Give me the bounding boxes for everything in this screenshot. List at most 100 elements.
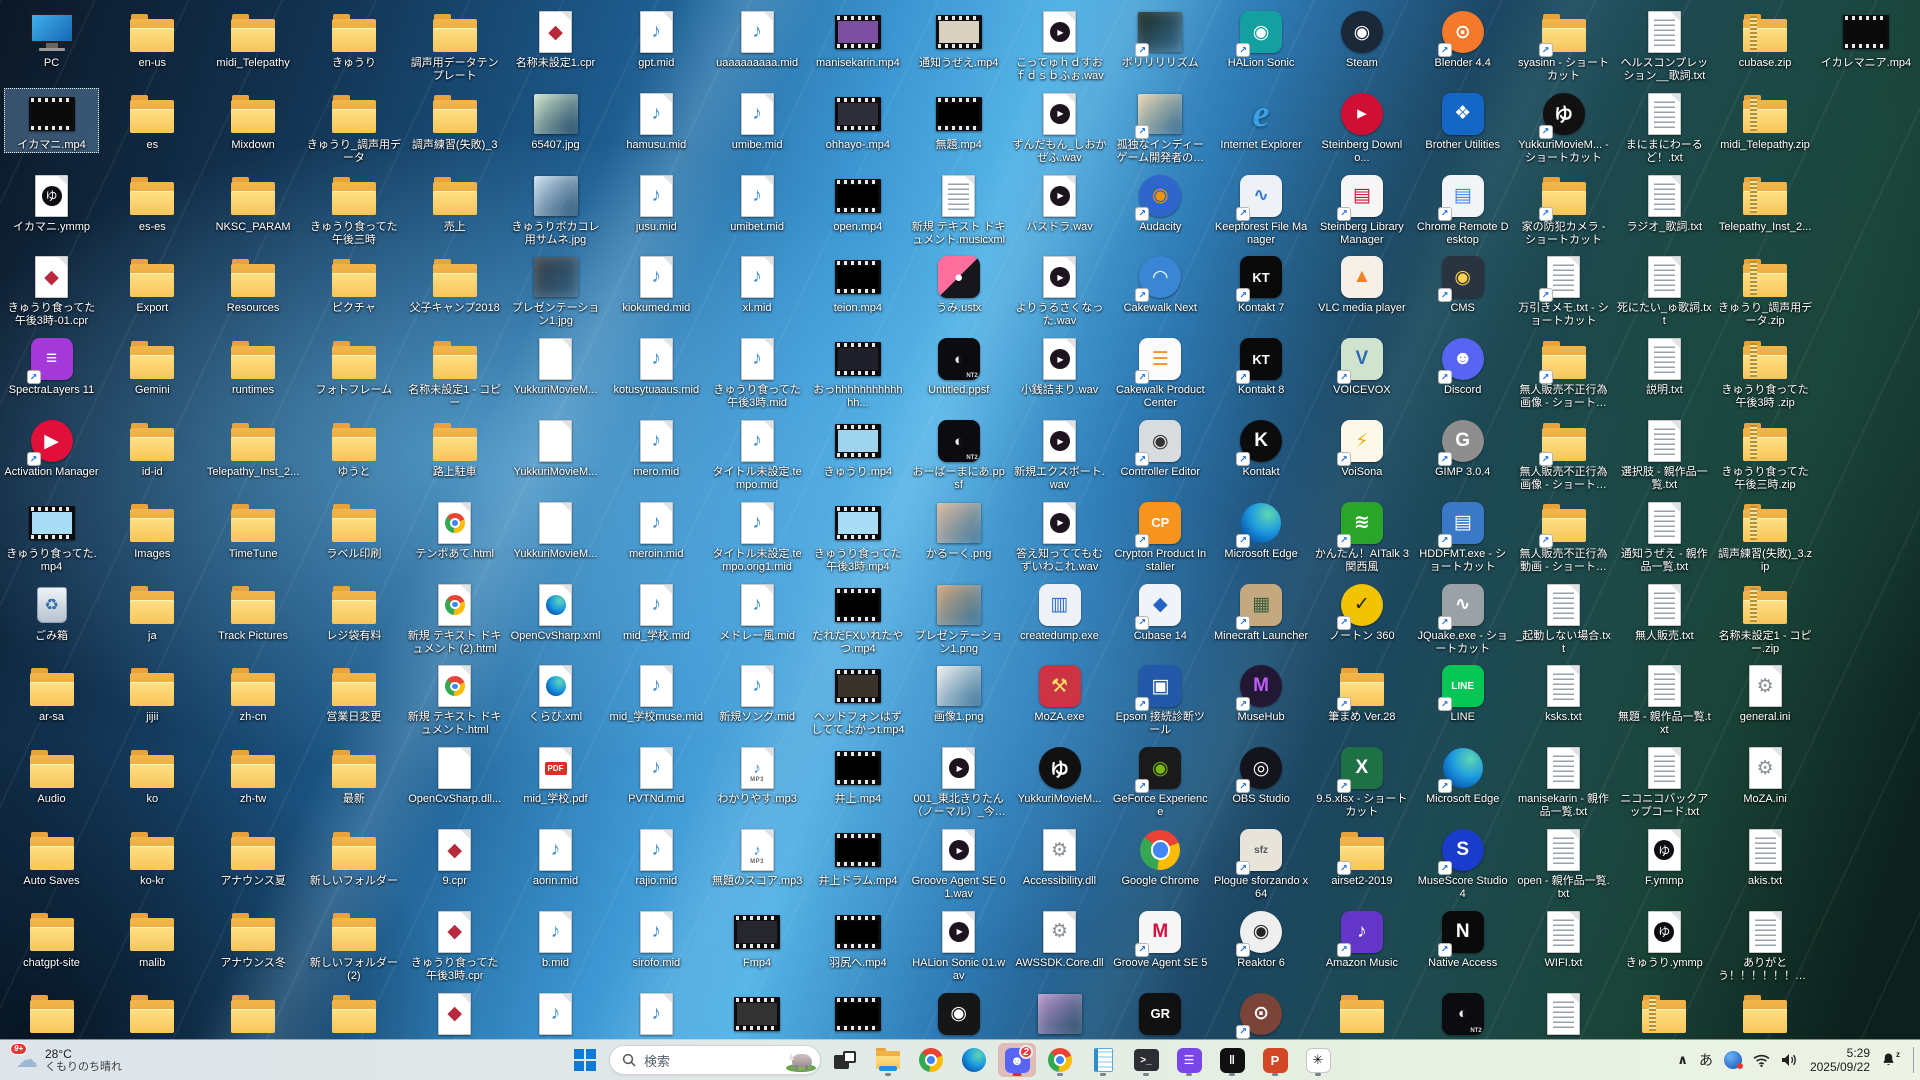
desktop-icon[interactable]: Audio <box>4 742 99 807</box>
desktop-icon[interactable]: きゅうり <box>306 6 401 71</box>
taskbar-chrome-profile-2-button[interactable] <box>1041 1043 1079 1077</box>
desktop-icon[interactable]: きゅうり_調声用データ <box>306 88 401 166</box>
desktop-icon[interactable]: Google Chrome <box>1113 824 1208 889</box>
desktop-icon[interactable]: Images <box>105 497 200 562</box>
desktop-icon[interactable]: きゅうり_調声用データ.zip <box>1718 251 1813 329</box>
desktop-icon[interactable]: KT↗Kontakt 8 <box>1214 333 1309 398</box>
desktop-icon[interactable]: ↗無人販売不正行為動画 - ショートカット <box>1516 497 1611 575</box>
desktop-icon[interactable]: Telepathy_Inst_2... <box>206 415 301 480</box>
desktop-icon[interactable]: ▦↗Minecraft Launcher <box>1214 579 1309 644</box>
desktop-icon[interactable]: ↗無人販売不正行為画像 - ショートカット <box>1516 415 1611 493</box>
tray-overflow-button[interactable]: ∧ <box>1677 1052 1688 1068</box>
desktop-icon[interactable] <box>1516 988 1611 1040</box>
desktop-icon[interactable]: ◐NT2おーばーまにあ.ppsf <box>911 415 1006 493</box>
desktop-icon[interactable]: ▶バスドラ.wav <box>1012 170 1107 235</box>
desktop-icon[interactable]: ▶小銭詰まり.wav <box>1012 333 1107 398</box>
desktop-icon[interactable] <box>1718 988 1813 1040</box>
desktop-icon[interactable]: ♪mid_学校muse.mid <box>609 660 704 725</box>
desktop-icon[interactable]: ≡↗SpectraLayers 11 <box>4 333 99 398</box>
taskbar-chrome-button[interactable] <box>912 1043 950 1077</box>
desktop-icon[interactable]: ◆きゅうり食ってた午後3時.cpr <box>407 906 502 984</box>
desktop-icon[interactable]: 売上 <box>407 170 502 235</box>
desktop-icon[interactable]: ♪↗Amazon Music <box>1314 906 1409 971</box>
desktop-icon[interactable]: 通知うぜえ - 親作品一覧.txt <box>1617 497 1712 575</box>
desktop-icon[interactable]: ♪gpt.mid <box>609 6 704 71</box>
desktop-icon[interactable]: アナウンス冬 <box>206 906 301 971</box>
desktop-icon[interactable]: ⊙↗Blender 4.4 <box>1415 6 1510 71</box>
desktop-icon[interactable]: ♪MP3無題のスコア.mp3 <box>710 824 805 889</box>
desktop-icon[interactable] <box>4 988 99 1040</box>
tray-app-icon[interactable] <box>1724 1051 1742 1069</box>
desktop-icon[interactable]: V↗VOICEVOX <box>1314 333 1409 398</box>
desktop-icon[interactable]: es-es <box>105 170 200 235</box>
desktop-icon[interactable]: ⚡↗VoiSona <box>1314 415 1409 480</box>
desktop-icon[interactable]: きゅうり食ってた午後三時.zip <box>1718 415 1813 493</box>
desktop-icon[interactable]: ♪xl.mid <box>710 251 805 316</box>
desktop-icon[interactable]: GR <box>1113 988 1208 1040</box>
desktop-icon[interactable]: 説明.txt <box>1617 333 1712 398</box>
desktop-icon[interactable]: ゆきゅうり.ymmp <box>1617 906 1712 971</box>
desktop-icon[interactable]: ◉↗CMS <box>1415 251 1510 316</box>
volume-icon[interactable] <box>1781 1053 1799 1067</box>
desktop-icon[interactable]: midi_Telepathy.zip <box>1718 88 1813 153</box>
desktop-icon[interactable]: ▶こってゅｈｄすおｆｄｓｂふぉ.wav <box>1012 6 1107 84</box>
desktop-icon[interactable]: Telepathy_Inst_2... <box>1718 170 1813 235</box>
desktop-icon[interactable]: ∿↗JQuake.exe - ショートカット <box>1415 579 1510 657</box>
desktop-icon[interactable]: おっhhhhhhhhhhhhh... <box>810 333 905 411</box>
desktop-icon[interactable]: ラジオ_歌詞.txt <box>1617 170 1712 235</box>
desktop-icon[interactable]: ◆↗Cubase 14 <box>1113 579 1208 644</box>
desktop-icon[interactable]: 選択肢 - 親作品一覧.txt <box>1617 415 1712 493</box>
desktop-icon[interactable]: cubase.zip <box>1718 6 1813 71</box>
ime-indicator[interactable]: あ <box>1699 1050 1713 1070</box>
desktop-icon[interactable]: N↗Native Access <box>1415 906 1510 971</box>
desktop-icon[interactable]: 井上.mp4 <box>810 742 905 807</box>
desktop-icon[interactable]: ♪meroin.mid <box>609 497 704 562</box>
desktop-icon[interactable]: くらび.xml <box>508 660 603 725</box>
desktop-icon[interactable]: CP↗Crypton Product Installer <box>1113 497 1208 575</box>
desktop-icon[interactable]: ◆9.cpr <box>407 824 502 889</box>
desktop-icon[interactable]: 65407.jpg <box>508 88 603 153</box>
desktop-icon[interactable]: Gemini <box>105 333 200 398</box>
desktop-icon[interactable]: きゅうりボカコレ用サムネ.jpg <box>508 170 603 248</box>
desktop-icon[interactable]: ◎↗OBS Studio <box>1214 742 1309 807</box>
desktop-icon[interactable]: Fmp4 <box>710 906 805 971</box>
desktop-icon[interactable]: ❖Brother Utilities <box>1415 88 1510 153</box>
desktop-icon[interactable]: 新しいフォルダー <box>306 824 401 889</box>
desktop-icon[interactable]: 調声練習(失敗)_3 <box>407 88 502 153</box>
desktop-icon[interactable]: NKSC_PARAM <box>206 170 301 235</box>
desktop-icon[interactable]: ♪uaaaaaaaaa.mid <box>710 6 805 71</box>
taskbar-chatgpt-button[interactable]: ✳ <box>1299 1043 1337 1077</box>
desktop-icon[interactable]: runtimes <box>206 333 301 398</box>
desktop-icon[interactable]: G↗GIMP 3.0.4 <box>1415 415 1510 480</box>
desktop-icon[interactable]: ♪hamusu.mid <box>609 88 704 153</box>
wifi-icon[interactable] <box>1753 1054 1770 1067</box>
desktop-icon[interactable]: ♪タイトル未設定.tempo.orig1.mid <box>710 497 805 575</box>
desktop-icon[interactable]: 無題.mp4 <box>911 88 1006 153</box>
desktop-icon[interactable]: es <box>105 88 200 153</box>
desktop-icon[interactable]: ↗Microsoft Edge <box>1214 497 1309 562</box>
desktop-icon[interactable]: 無人販売.txt <box>1617 579 1712 644</box>
start-button[interactable] <box>566 1043 604 1077</box>
desktop-icon[interactable]: ✓↗ノートン 360 <box>1314 579 1409 644</box>
desktop-icon[interactable]: K↗Kontakt <box>1214 415 1309 480</box>
desktop-icon[interactable]: ♪MP3わかりやす.mp3 <box>710 742 805 807</box>
desktop-icon[interactable]: きゅうり.mp4 <box>810 415 905 480</box>
desktop-icon[interactable]: 最新 <box>306 742 401 807</box>
desktop-icon[interactable]: ohhayo-.mp4 <box>810 88 905 153</box>
desktop-icon[interactable]: 画像1.png <box>911 660 1006 725</box>
desktop-icon[interactable]: ♪タイトル未設定.tempo.mid <box>710 415 805 493</box>
desktop-icon[interactable]: ▶よりうるさくなった.wav <box>1012 251 1107 329</box>
desktop-icon[interactable]: zh-tw <box>206 742 301 807</box>
desktop-icon[interactable]: ⚙MoZA.ini <box>1718 742 1813 807</box>
desktop-icon[interactable]: ▣↗Epson 接続診断ツール <box>1113 660 1208 738</box>
desktop-icon[interactable]: ⚙general.ini <box>1718 660 1813 725</box>
desktop-icon[interactable]: ↗syasinn - ショートカット <box>1516 6 1611 84</box>
desktop-icon[interactable]: ↗ポリリリリズム <box>1113 6 1208 71</box>
desktop-icon[interactable]: ♪kiokumed.mid <box>609 251 704 316</box>
desktop-icon[interactable]: プレゼンテーション1.jpg <box>508 251 603 329</box>
desktop-icon[interactable]: en-us <box>105 6 200 71</box>
desktop-icon[interactable]: ◉↗Controller Editor <box>1113 415 1208 480</box>
desktop-icon[interactable]: Mixdown <box>206 88 301 153</box>
desktop-icon[interactable]: 調声用データテンプレート <box>407 6 502 84</box>
desktop-icon[interactable]: ◉↗Reaktor 6 <box>1214 906 1309 971</box>
